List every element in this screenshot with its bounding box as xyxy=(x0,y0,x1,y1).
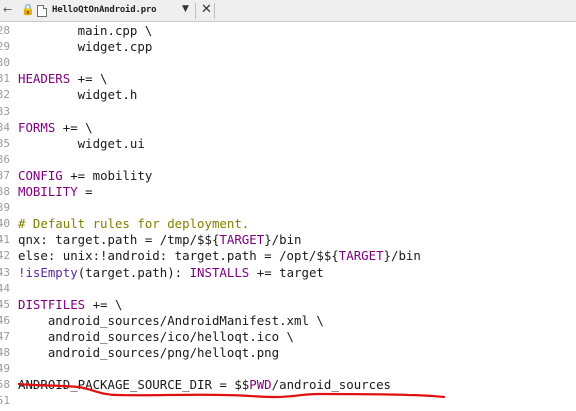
code-text: # Default rules for deployment. xyxy=(18,216,249,232)
line-number: 36 xyxy=(0,152,10,166)
line-number: 32 xyxy=(0,88,10,102)
code-token: CONFIG xyxy=(18,167,63,183)
code-token: HEADERS xyxy=(18,71,71,87)
code-text: android_sources/AndroidManifest.xml \ xyxy=(18,313,324,329)
code-text: else: unix:!android: target.path = /opt/… xyxy=(18,248,421,264)
code-text: CONFIG += mobility xyxy=(18,168,152,184)
code-text: DISTFILES += \ xyxy=(18,297,122,313)
code-token: else: unix:!android: target.path = /opt/… xyxy=(18,248,339,264)
code-token: }/bin xyxy=(264,232,302,248)
line-number: 33 xyxy=(0,104,10,118)
line-number: 29 xyxy=(0,40,10,54)
code-text: android_sources/ico/helloqt.ico \ xyxy=(18,329,294,345)
code-text: main.cpp \ xyxy=(18,23,153,39)
tab-divider xyxy=(214,3,215,19)
code-text: qnx: target.path = /tmp/$${TARGET}/bin xyxy=(18,232,302,248)
code-token: android_sources/png/helloqt.png xyxy=(18,345,280,360)
code-token: # Default rules for deployment. xyxy=(18,216,250,232)
line-number: 28 xyxy=(0,24,10,37)
code-token: DISTFILES xyxy=(18,296,86,312)
line-number: 44 xyxy=(0,281,10,295)
code-text: HEADERS += \ xyxy=(18,71,108,87)
line-number: 42 xyxy=(0,249,10,263)
code-token: (target.path): xyxy=(77,264,190,280)
line-number: 58 xyxy=(0,378,10,392)
line-number: 43 xyxy=(0,265,10,279)
code-token: TARGET xyxy=(338,248,384,264)
code-text: FORMS += \ xyxy=(18,120,93,136)
code-token: FORMS xyxy=(18,119,56,135)
tab-file-name[interactable]: HelloQtOnAndroid.pro xyxy=(52,5,157,15)
code-text: widget.h xyxy=(18,87,138,103)
close-icon[interactable]: ✕ xyxy=(201,2,212,17)
code-token: TARGET xyxy=(219,232,265,248)
code-token: android_sources/AndroidManifest.xml \ xyxy=(18,312,324,328)
line-number: 45 xyxy=(0,297,10,311)
dropdown-arrow-icon[interactable]: ▼ xyxy=(182,4,189,14)
line-number: 48 xyxy=(0,346,10,359)
code-text: widget.cpp xyxy=(18,39,153,55)
file-icon xyxy=(37,5,47,17)
code-token: widget.h xyxy=(18,87,138,103)
code-token: widget.ui xyxy=(18,135,145,151)
code-text: MOBILITY = xyxy=(18,184,93,200)
editor-tab-bar: ← 🔒 HelloQtOnAndroid.pro ▼ ✕ xyxy=(0,0,576,22)
code-token: }/bin xyxy=(383,248,421,264)
code-token: += \ xyxy=(85,296,123,312)
line-number: 41 xyxy=(0,233,10,247)
code-token: += \ xyxy=(55,119,93,135)
line-number: 34 xyxy=(0,120,10,134)
line-number: 39 xyxy=(0,201,10,215)
line-number: 30 xyxy=(0,56,10,70)
line-number: 38 xyxy=(0,185,10,198)
code-token: += mobility xyxy=(62,167,153,183)
code-token: += target xyxy=(249,264,324,280)
line-number: 47 xyxy=(0,329,10,343)
back-arrow-icon[interactable]: ← xyxy=(3,3,12,16)
code-editor[interactable]: 28 main.cpp \ 29 widget.cpp 30 31 HEADERS +=… xyxy=(0,22,576,411)
line-number: 51 xyxy=(0,394,10,408)
line-number: 37 xyxy=(0,168,10,182)
lock-icon[interactable]: 🔒 xyxy=(21,3,35,16)
line-number: 35 xyxy=(0,136,10,150)
code-text: android_sources/png/helloqt.png xyxy=(18,345,279,361)
code-text: widget.ui xyxy=(18,136,145,152)
code-text: !isEmpty(target.path): INSTALLS += targe… xyxy=(18,265,324,281)
line-number: 46 xyxy=(0,313,10,327)
line-number: 40 xyxy=(0,217,10,231)
tab-divider xyxy=(195,3,196,19)
code-token: INSTALLS xyxy=(189,264,250,280)
code-token: MOBILITY xyxy=(18,184,78,199)
code-token: !isEmpty xyxy=(18,264,78,280)
code-token: = xyxy=(77,184,93,199)
code-token: qnx: target.path = /tmp/$${ xyxy=(18,232,220,248)
code-token: widget.cpp xyxy=(18,39,153,55)
code-token: main.cpp \ xyxy=(18,23,153,38)
line-number: 49 xyxy=(0,362,10,376)
red-underline-annotation xyxy=(18,382,446,399)
code-token: += \ xyxy=(70,71,108,87)
code-token: android_sources/ico/helloqt.ico \ xyxy=(18,328,295,344)
line-number: 31 xyxy=(0,72,10,86)
